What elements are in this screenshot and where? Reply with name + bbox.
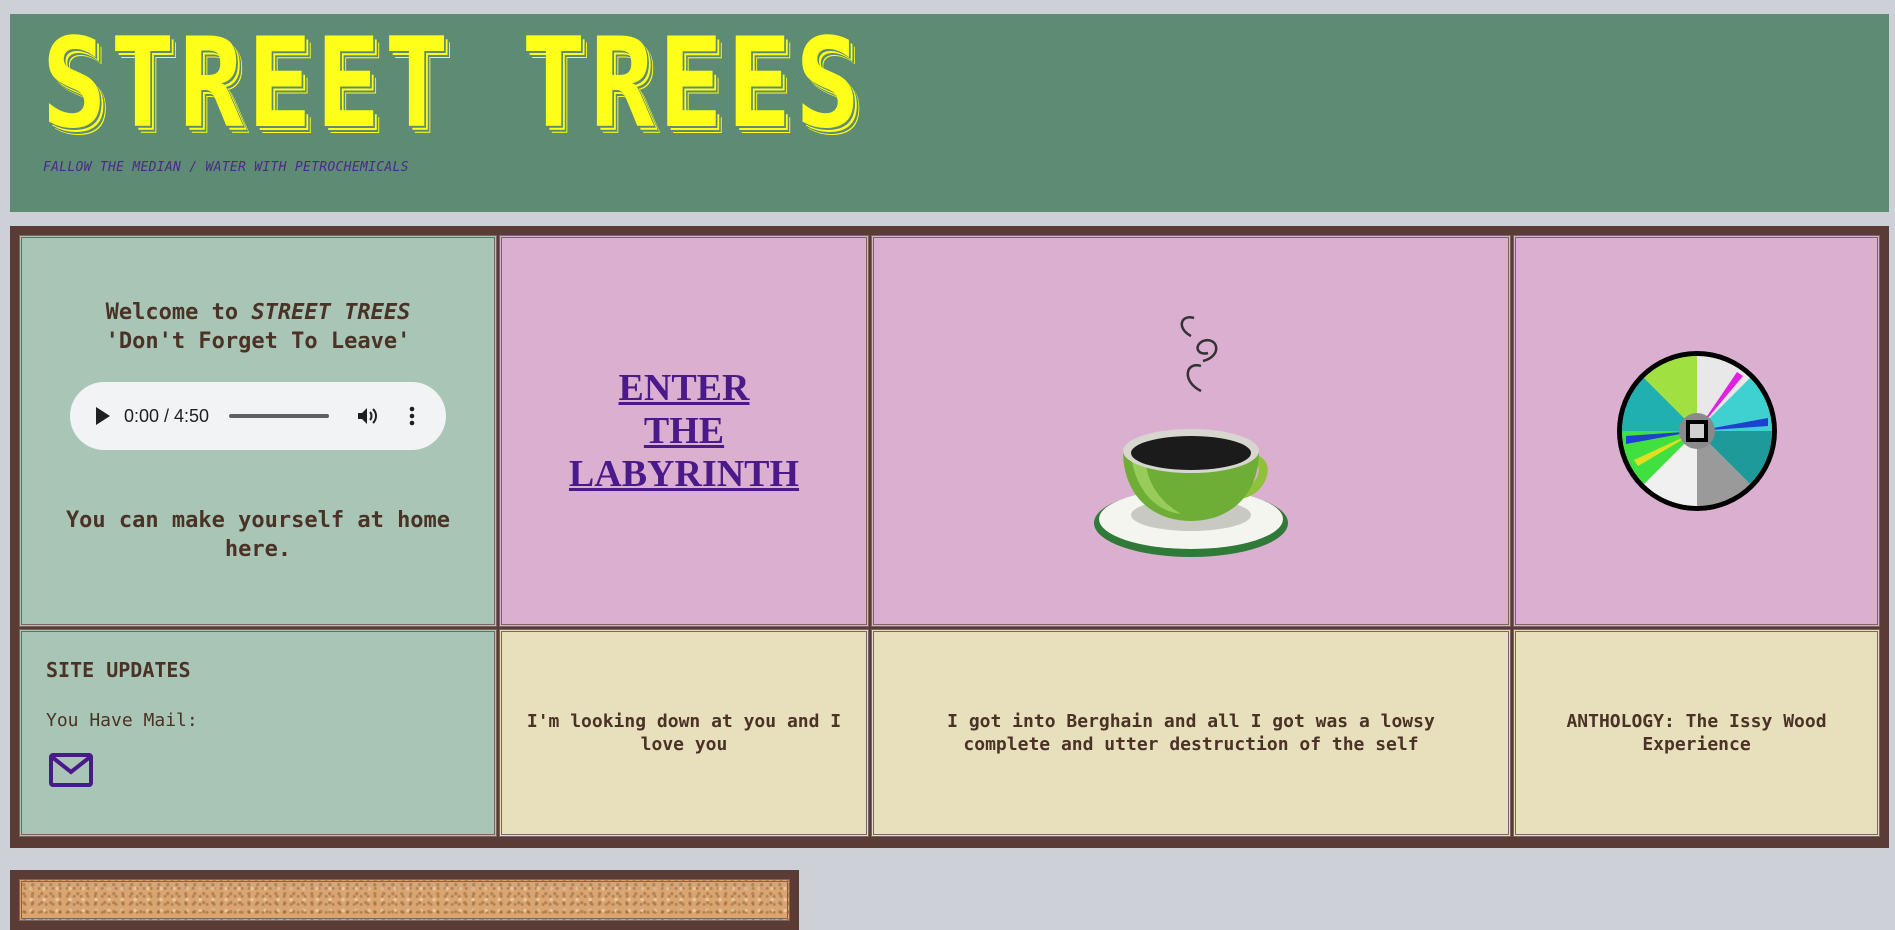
audio-time: 0:00 / 4:50 bbox=[124, 405, 210, 426]
site-updates-cell: SITE UPDATES You Have Mail: bbox=[19, 629, 497, 837]
volume-icon[interactable] bbox=[357, 406, 379, 426]
corkboard-frame bbox=[10, 870, 799, 930]
cd-disc-image[interactable] bbox=[1614, 348, 1780, 514]
welcome-heading: Welcome to STREET TREES 'Don't Forget To… bbox=[106, 298, 411, 356]
main-grid: Welcome to STREET TREES 'Don't Forget To… bbox=[10, 226, 1889, 848]
welcome-subtitle: 'Don't Forget To Leave' bbox=[105, 329, 411, 354]
labyrinth-cell: ENTER THE LABYRINTH bbox=[499, 235, 869, 627]
welcome-site-name: STREET TREES bbox=[251, 300, 411, 325]
caption-cell-1: I'm looking down at you and I love you bbox=[499, 629, 869, 837]
enter-labyrinth-link[interactable]: ENTER THE LABYRINTH bbox=[569, 367, 799, 496]
cd-cell bbox=[1513, 235, 1880, 627]
caption-cell-3: ANTHOLOGY: The Issy Wood Experience bbox=[1513, 629, 1880, 837]
corkboard bbox=[19, 879, 790, 921]
link-line-3: LABYRINTH bbox=[568, 452, 800, 495]
link-line-2: THE bbox=[643, 409, 725, 452]
caption-cell-2: I got into Berghain and all I got was a … bbox=[871, 629, 1511, 837]
site-tagline: FALLOW THE MEDIAN / WATER WITH PETROCHEM… bbox=[43, 160, 409, 175]
site-header: STREET TREES FALLOW THE MEDIAN / WATER W… bbox=[10, 14, 1889, 212]
coffee-cup-image[interactable] bbox=[1091, 291, 1291, 571]
audio-progress-track[interactable] bbox=[229, 414, 330, 418]
caption-berghain: I got into Berghain and all I got was a … bbox=[947, 711, 1435, 755]
caption-anthology: ANTHOLOGY: The Issy Wood Experience bbox=[1566, 711, 1827, 755]
audio-player[interactable]: 0:00 / 4:50 bbox=[70, 382, 446, 450]
welcome-cell: Welcome to STREET TREES 'Don't Forget To… bbox=[19, 235, 497, 627]
mail-label: You Have Mail: bbox=[46, 710, 198, 731]
site-updates-title: SITE UPDATES bbox=[46, 658, 191, 682]
welcome-prefix: Welcome to bbox=[105, 300, 252, 325]
mail-icon[interactable] bbox=[49, 753, 93, 787]
site-title: STREET TREES bbox=[42, 12, 865, 156]
coffee-cell bbox=[871, 235, 1511, 627]
play-icon[interactable] bbox=[96, 407, 110, 425]
more-options-icon[interactable] bbox=[409, 406, 415, 426]
link-line-1: ENTER bbox=[618, 366, 750, 409]
home-text: You can make yourself at home here. bbox=[65, 508, 451, 562]
caption-looking-down: I'm looking down at you and I love you bbox=[526, 711, 842, 755]
